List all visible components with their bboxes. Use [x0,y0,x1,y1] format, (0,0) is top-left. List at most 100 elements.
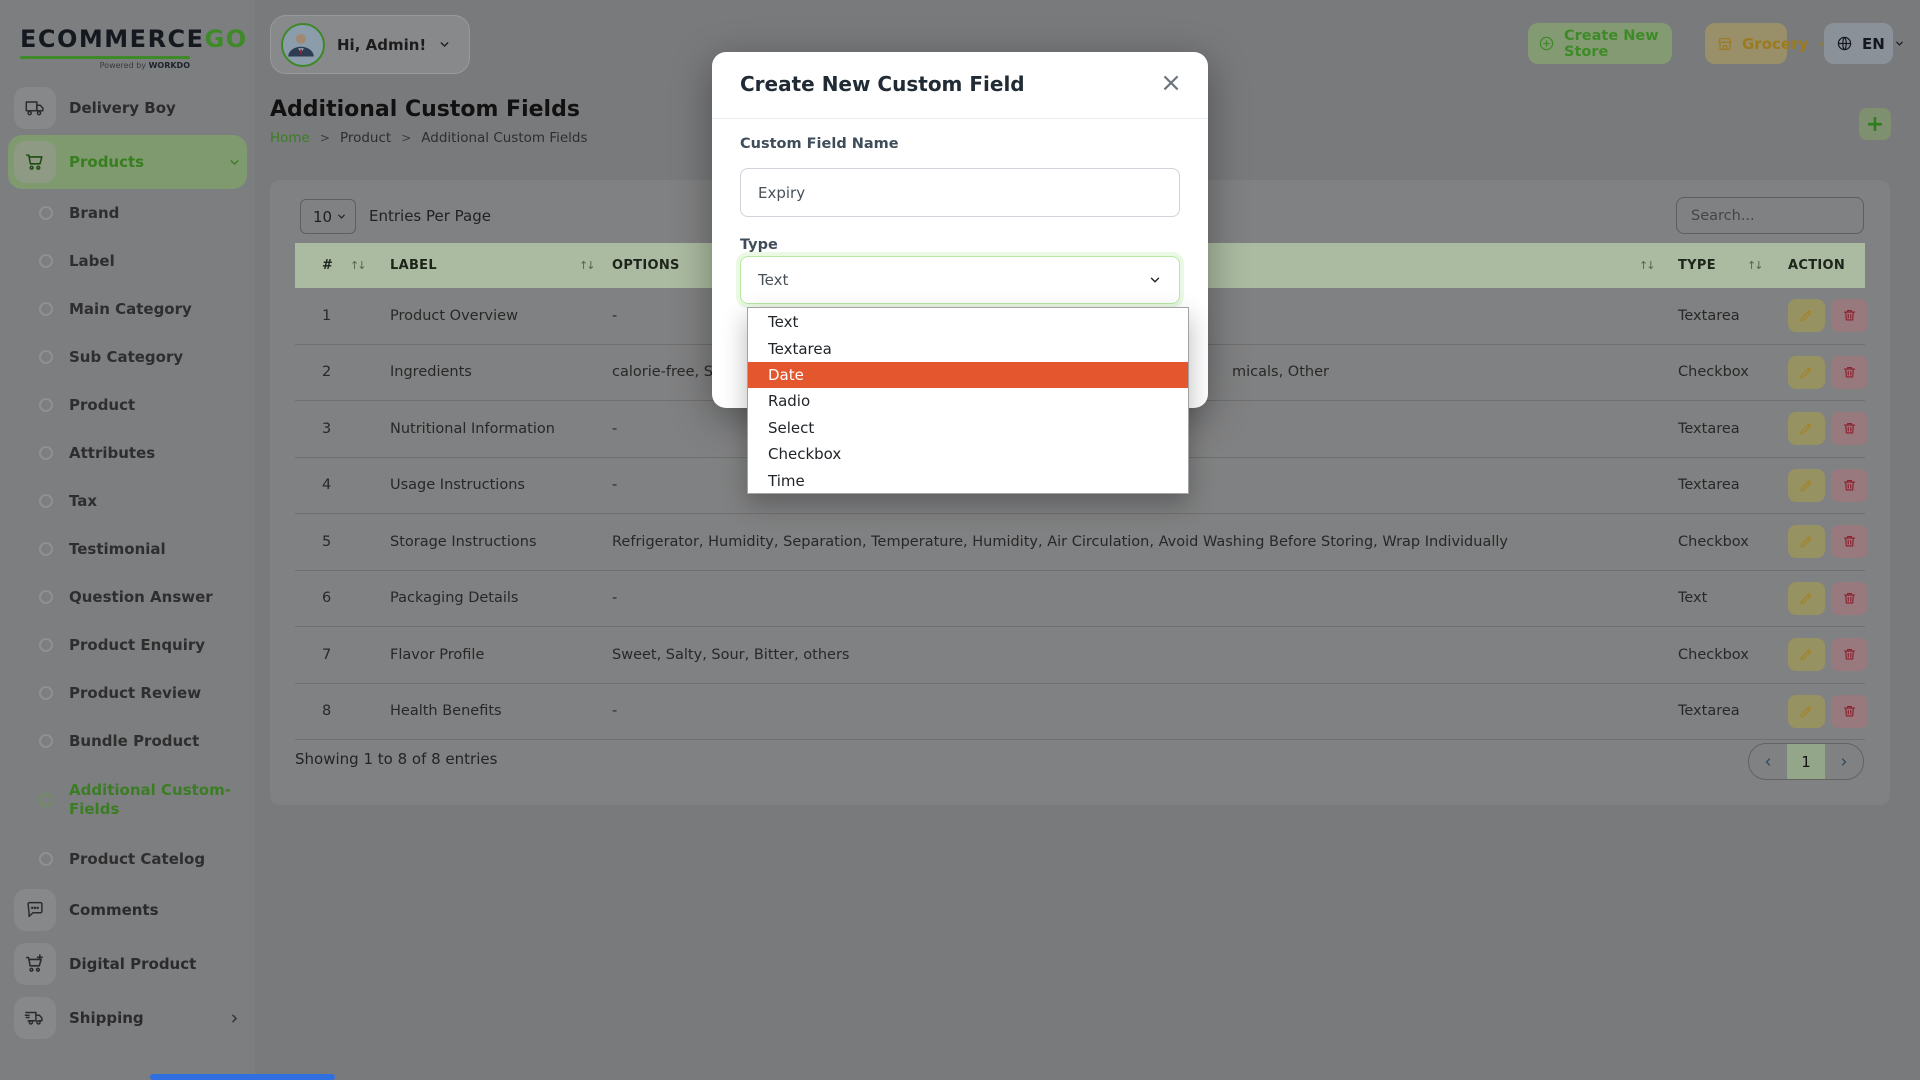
brand-logo[interactable]: ECOMMERCEGO Powered by WORKDO [20,26,235,70]
sidebar-item-brand[interactable]: Brand [0,189,255,237]
breadcrumb-home[interactable]: Home [270,130,310,146]
row-type: Text [1678,590,1707,606]
pagination-prev-button[interactable] [1749,744,1787,779]
sidebar-item-sub-category[interactable]: Sub Category [0,333,255,381]
sort-icon[interactable]: ↑↓ [1747,243,1761,288]
row-number: 4 [322,477,331,493]
type-select-value: Text [758,271,788,289]
row-number: 5 [322,534,331,550]
breadcrumb-product[interactable]: Product [340,130,391,146]
column-header-type[interactable]: TYPE [1678,243,1716,288]
delete-button[interactable] [1831,525,1868,558]
trash-icon [1842,308,1857,323]
sidebar-item-tax[interactable]: Tax [0,477,255,525]
pagination-page-1[interactable]: 1 [1787,744,1825,779]
add-custom-field-button[interactable]: + [1859,108,1891,140]
delete-button[interactable] [1831,695,1868,728]
type-select-dropdown: TextTextareaDateRadioSelectCheckboxTime [747,307,1189,494]
sidebar-item-attributes[interactable]: Attributes [0,429,255,477]
bullet-icon [39,350,53,364]
pagination-next-button[interactable] [1825,744,1863,779]
row-type: Textarea [1678,421,1740,437]
row-label: Health Benefits [390,703,502,719]
sort-icon[interactable]: ↑↓ [1639,243,1653,288]
breadcrumb-current: Additional Custom Fields [421,130,587,146]
sidebar-item-question-answer[interactable]: Question Answer [0,573,255,621]
dropdown-option-time[interactable]: Time [748,467,1188,493]
sidebar-item-comments[interactable]: Comments [0,883,255,937]
dropdown-option-date[interactable]: Date [748,362,1188,388]
row-options: - [612,421,617,437]
chat-icon [14,889,56,931]
sidebar-item-product-catelog[interactable]: Product Catelog [0,835,255,883]
row-options: - [612,703,617,719]
edit-button[interactable] [1788,695,1825,728]
user-menu[interactable]: Hi, Admin! [270,15,470,74]
dropdown-option-textarea[interactable]: Textarea [748,335,1188,361]
chevron-down-icon [228,156,241,169]
column-header-label[interactable]: LABEL [390,243,437,288]
table-row: 6Packaging Details-Text [295,571,1865,628]
dropdown-option-checkbox[interactable]: Checkbox [748,441,1188,467]
delete-button[interactable] [1831,469,1868,502]
trash-icon [1842,647,1857,662]
edit-button[interactable] [1788,469,1825,502]
sidebar-item-additional-custom-fields[interactable]: Additional Custom-Fields [0,765,255,835]
dropdown-option-radio[interactable]: Radio [748,388,1188,414]
sidebar-item-product[interactable]: Product [0,381,255,429]
edit-button[interactable] [1788,299,1825,332]
row-label: Storage Instructions [390,534,537,550]
sidebar-item-digital-product[interactable]: Digital Product [0,937,255,991]
trash-icon [1842,591,1857,606]
horizontal-scrollbar-thumb[interactable] [150,1074,335,1080]
trash-icon [1842,365,1857,380]
dropdown-option-select[interactable]: Select [748,415,1188,441]
close-icon[interactable]: × [1154,66,1188,100]
row-number: 3 [322,421,331,437]
chevron-down-icon [1894,38,1905,49]
sidebar-item-label: Comments [69,901,159,920]
store-selector-button[interactable]: Grocery [1705,23,1787,64]
sidebar-item-main-category[interactable]: Main Category [0,285,255,333]
bullet-icon [39,398,53,412]
create-new-store-button[interactable]: Create New Store [1528,23,1672,64]
edit-button[interactable] [1788,638,1825,671]
sidebar-item-shipping[interactable]: Shipping [0,991,255,1045]
language-selector-button[interactable]: EN [1824,23,1893,64]
pencil-icon [1799,647,1814,662]
delete-button[interactable] [1831,356,1868,389]
edit-button[interactable] [1788,412,1825,445]
edit-button[interactable] [1788,582,1825,615]
row-options: calorie-free, Sta [612,364,727,380]
edit-button[interactable] [1788,356,1825,389]
delete-button[interactable] [1831,412,1868,445]
dropdown-option-text[interactable]: Text [748,309,1188,335]
sidebar-item-delivery-boy[interactable]: Delivery Boy [0,81,255,135]
sidebar-item-product-review[interactable]: Product Review [0,669,255,717]
column-header-options[interactable]: OPTIONS [612,243,680,288]
column-header-num[interactable]: # [322,243,333,288]
chevron-down-icon [438,38,451,51]
delete-button[interactable] [1831,299,1868,332]
bullet-icon [39,734,53,748]
custom-field-name-input[interactable] [740,168,1180,217]
row-number: 2 [322,364,331,380]
chevron-right-icon: > [320,131,330,145]
sort-icon[interactable]: ↑↓ [350,243,364,288]
sort-icon[interactable]: ↑↓ [579,243,593,288]
sidebar-item-label[interactable]: Label [0,237,255,285]
edit-button[interactable] [1788,525,1825,558]
sidebar-item-product-enquiry[interactable]: Product Enquiry [0,621,255,669]
entries-per-page-select[interactable]: 10 [300,199,356,234]
sidebar-item-testimonial[interactable]: Testimonial [0,525,255,573]
chevron-right-icon: > [401,131,411,145]
sidebar-item-bundle-product[interactable]: Bundle Product [0,717,255,765]
sidebar-item-products[interactable]: Products [8,135,247,189]
shipping-truck-icon [14,997,56,1039]
store-selector-label: Grocery [1742,35,1808,53]
pencil-icon [1799,421,1814,436]
delete-button[interactable] [1831,638,1868,671]
delete-button[interactable] [1831,582,1868,615]
type-select[interactable]: Text [740,256,1180,304]
search-input[interactable] [1676,197,1864,234]
